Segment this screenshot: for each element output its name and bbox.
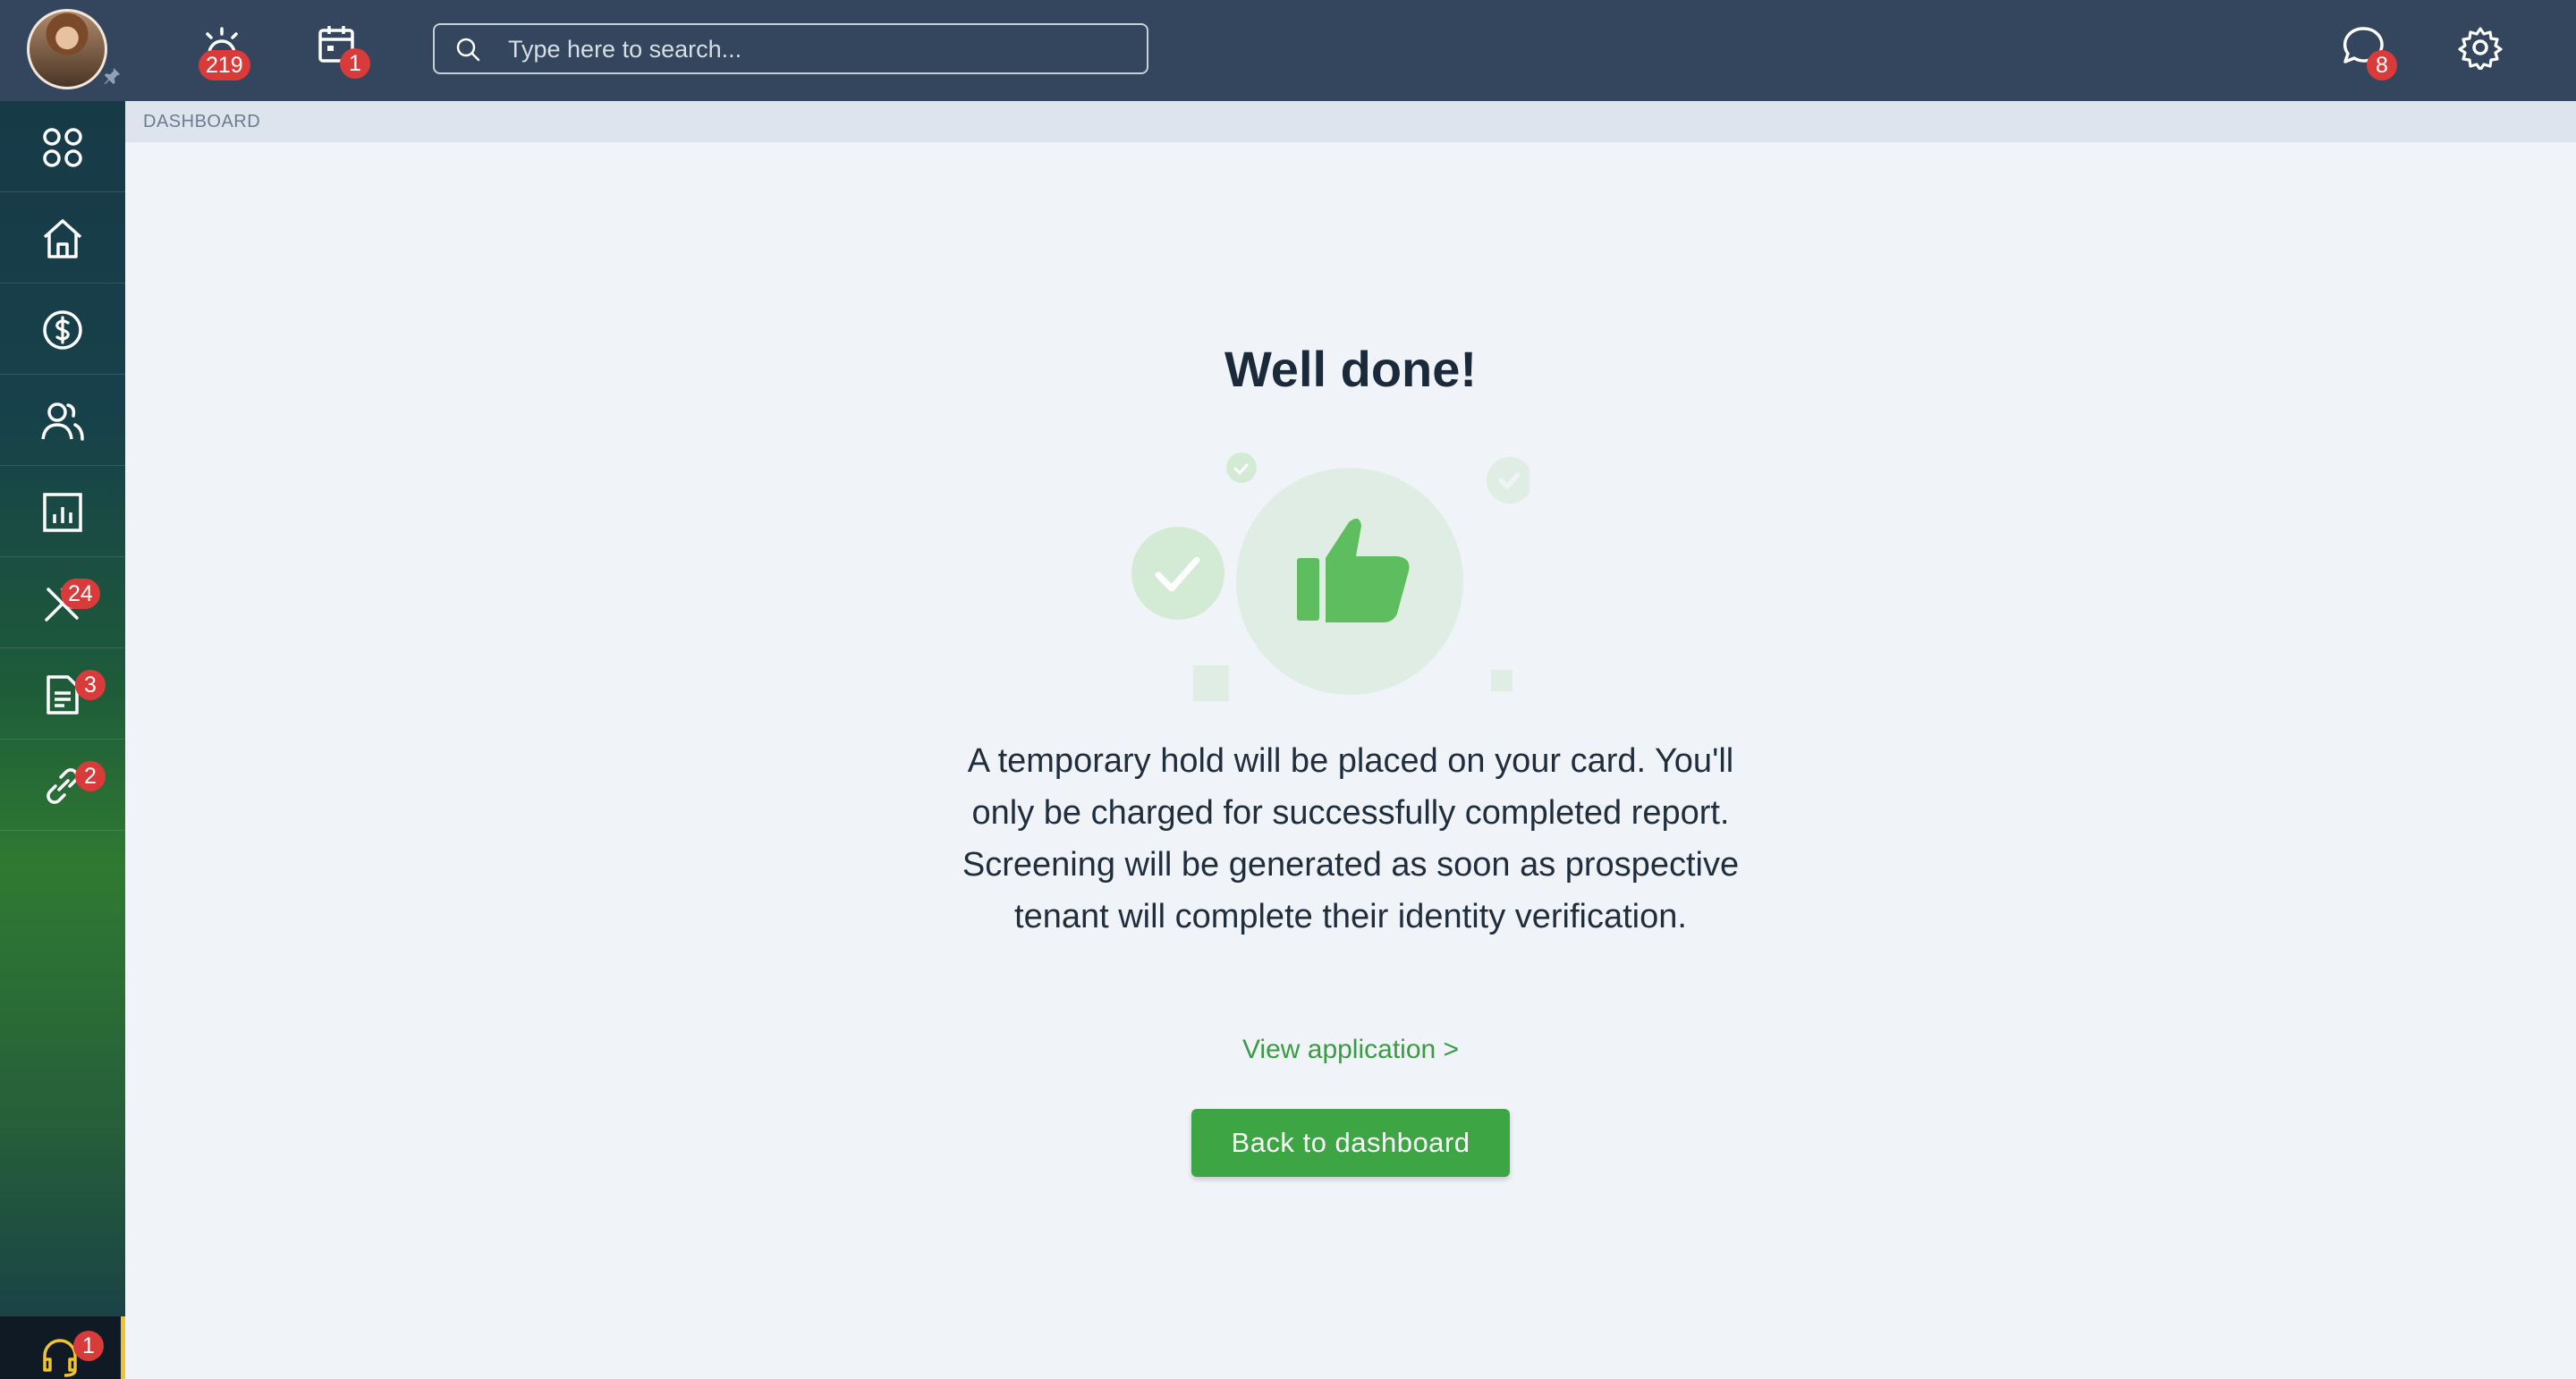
messages-badge: 8	[2367, 50, 2397, 80]
documents-badge: 3	[75, 670, 106, 700]
breadcrumb-item[interactable]: DASHBOARD	[143, 112, 260, 132]
calendar-button[interactable]: 1	[313, 21, 376, 84]
users-icon	[41, 402, 84, 441]
sidebar-item-payments[interactable]	[0, 283, 125, 375]
view-application-link[interactable]: View application >	[1127, 1035, 1574, 1065]
alerts-button[interactable]: 219	[197, 21, 259, 84]
sidebar-item-apps[interactable]	[0, 101, 125, 192]
back-to-dashboard-button[interactable]: Back to dashboard	[1191, 1109, 1510, 1177]
sidebar-item-properties[interactable]	[0, 192, 125, 283]
sidebar-item-reports[interactable]	[0, 466, 125, 557]
support-badge: 1	[73, 1331, 104, 1361]
page-title: Well done!	[1224, 341, 1478, 397]
confirmation-message: A temporary hold will be placed on your …	[962, 742, 1740, 935]
links-badge: 2	[75, 761, 106, 791]
dollar-icon	[43, 310, 82, 350]
sidebar-item-maintenance[interactable]: 24	[0, 557, 125, 648]
home-icon	[43, 219, 82, 258]
bar-chart-icon	[43, 493, 82, 532]
avatar[interactable]	[27, 9, 107, 89]
small-check-circle	[1226, 453, 1257, 483]
support-button[interactable]: 1	[0, 1316, 125, 1379]
faded-check-circle	[1487, 457, 1530, 503]
sidebar-item-people[interactable]	[0, 375, 125, 466]
alerts-badge: 219	[199, 50, 250, 80]
calendar-badge: 1	[340, 48, 370, 79]
gear-icon[interactable]	[2458, 25, 2503, 70]
check-circle	[1131, 527, 1224, 620]
sidebar-item-documents[interactable]: 3	[0, 648, 125, 740]
breadcrumb: DASHBOARD	[125, 101, 2576, 142]
top-bar: 219 1 8	[0, 0, 2576, 101]
decor-square-small	[1491, 670, 1513, 691]
decor-square	[1193, 665, 1229, 701]
search-icon	[456, 38, 480, 62]
sidebar: 24 3 2 1	[0, 101, 125, 1379]
pin-icon[interactable]	[102, 66, 122, 86]
maintenance-badge: 24	[61, 579, 100, 609]
success-illustration	[1131, 453, 1530, 701]
messages-button[interactable]: 8	[2338, 23, 2401, 86]
apps-grid-icon	[43, 128, 82, 167]
search-input[interactable]	[506, 25, 1136, 74]
sidebar-item-links[interactable]: 2	[0, 740, 125, 831]
search-box[interactable]	[433, 23, 1148, 74]
